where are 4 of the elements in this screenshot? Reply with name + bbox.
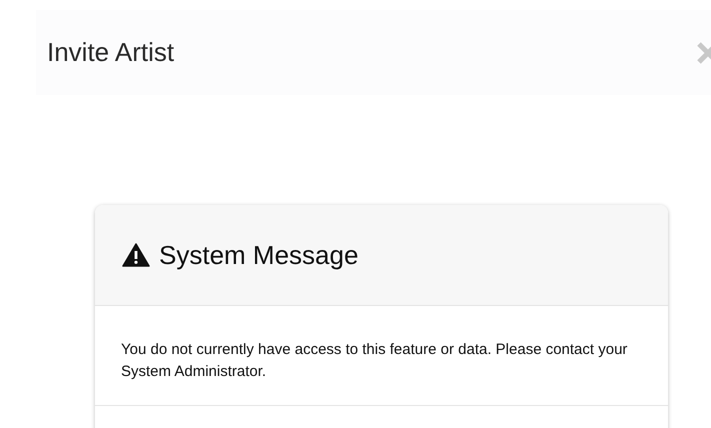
warning-icon bbox=[122, 243, 150, 267]
page-title: Invite Artist bbox=[47, 37, 174, 68]
dialog-title: System Message bbox=[159, 240, 358, 270]
dialog-message: You do not currently have access to this feature or data. Please contact your System Administrator. bbox=[95, 306, 668, 406]
